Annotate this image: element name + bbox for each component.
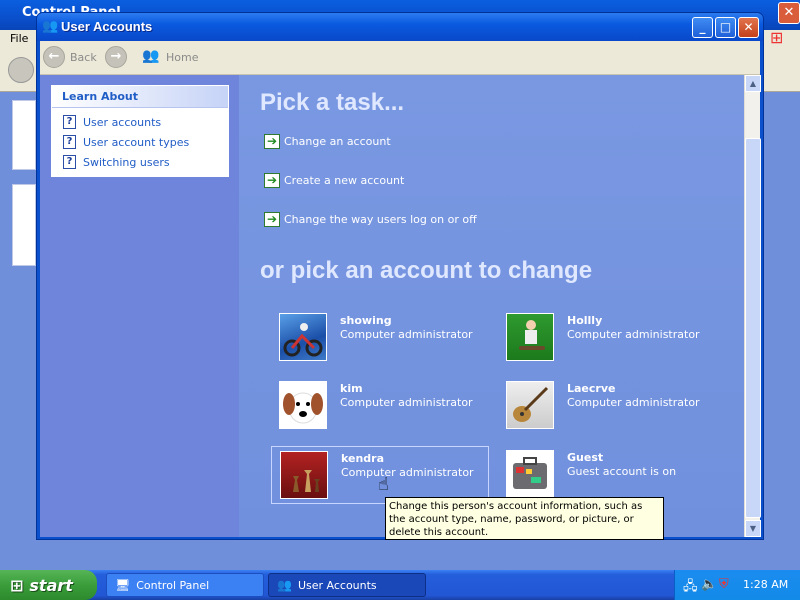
user-accounts-window: 👥 User Accounts _ □ ✕ ← Back → 👥 Home Le… [36, 12, 764, 540]
security-shield-icon[interactable]: ⛨ [719, 577, 729, 592]
task-label: Change an account [284, 135, 391, 148]
task-change-logon[interactable]: ➔ Change the way users log on or off [264, 212, 477, 227]
account-name: Hollly [567, 314, 603, 327]
back-label: Back [70, 50, 97, 64]
dog-picture [279, 381, 327, 429]
green-arrow-icon: ➔ [264, 212, 280, 227]
clock[interactable]: 1:28 AM [743, 578, 788, 591]
control-panel-back-icon[interactable] [8, 57, 34, 83]
user-accounts-icon: 👥 [277, 578, 292, 592]
hand-cursor-icon: ☝ [378, 474, 389, 495]
help-icon: ? [63, 135, 76, 149]
forward-button[interactable]: → [105, 45, 132, 69]
system-tray: 🖧 🔈 ⛨ 1:28 AM [674, 570, 800, 600]
account-type: Computer administrator [340, 328, 473, 341]
forward-arrow-icon: → [105, 46, 127, 68]
task-change-account[interactable]: ➔ Change an account [264, 134, 391, 149]
task-label: Change the way users log on or off [284, 213, 477, 226]
account-type: Computer administrator [567, 328, 700, 341]
learn-about-header: Learn About [52, 86, 228, 108]
home-button[interactable]: 👥 Home [140, 45, 198, 69]
skateboard-picture [506, 313, 554, 361]
left-pane: Learn About ? User accounts ? User accou… [40, 75, 239, 537]
task-create-account[interactable]: ➔ Create a new account [264, 173, 404, 188]
account-tile-showing[interactable]: showing Computer administrator [271, 309, 489, 367]
account-tooltip: Change this person's account information… [385, 497, 664, 540]
windows-logo-icon: ⊞ [770, 28, 784, 47]
chess-picture [280, 451, 328, 499]
toolbar: ← Back → 👥 Home [40, 41, 760, 75]
learn-link-switching-users[interactable]: ? Switching users [52, 152, 228, 172]
account-tile-guest[interactable]: Guest Guest account is on [498, 446, 716, 504]
control-panel-close-button[interactable]: ✕ [778, 2, 800, 24]
account-type: Computer administrator [340, 396, 473, 409]
window-title: User Accounts [61, 19, 153, 34]
account-tile-laecrve[interactable]: Laecrve Computer administrator [498, 377, 716, 435]
guitar-picture [506, 381, 554, 429]
account-tile-hollly[interactable]: Hollly Computer administrator [498, 309, 716, 367]
control-panel-sidepanel [12, 100, 36, 170]
motocross-picture [279, 313, 327, 361]
scroll-thumb[interactable] [745, 138, 761, 518]
account-name: Laecrve [567, 382, 616, 395]
account-type: Computer administrator [567, 396, 700, 409]
title-bar[interactable]: 👥 User Accounts _ □ ✕ [37, 13, 763, 41]
user-accounts-icon: 👥 [42, 19, 59, 34]
volume-icon[interactable]: 🔈 [701, 577, 717, 592]
account-tile-kim[interactable]: kim Computer administrator [271, 377, 489, 435]
home-label: Home [166, 50, 199, 64]
suitcase-picture [506, 450, 554, 498]
task-label: Create a new account [284, 174, 405, 187]
account-name: kim [340, 382, 363, 395]
right-pane: Pick a task... ➔ Change an account ➔ Cre… [239, 75, 744, 537]
vertical-scrollbar[interactable]: ▲ ▼ [744, 75, 761, 537]
taskbar-item-control-panel[interactable]: 🖥 Control Panel [106, 573, 264, 597]
back-arrow-icon: ← [43, 46, 65, 68]
taskbar: ⊞ start 🖥 Control Panel 👥 User Accounts … [0, 570, 800, 600]
learn-about-box: Learn About ? User accounts ? User accou… [51, 85, 229, 177]
taskbar-item-label: Control Panel [136, 578, 210, 592]
green-arrow-icon: ➔ [264, 173, 280, 188]
control-panel-icon: 🖥 [115, 578, 131, 592]
content-area: Learn About ? User accounts ? User accou… [40, 75, 761, 537]
start-label: start [29, 575, 73, 595]
learn-link-label: User account types [83, 135, 190, 149]
account-name: kendra [341, 452, 385, 465]
green-arrow-icon: ➔ [264, 134, 280, 149]
pick-account-heading: or pick an account to change [260, 257, 593, 284]
account-name: showing [340, 314, 392, 327]
account-type: Computer administrator [341, 466, 474, 479]
learn-link-label: User accounts [83, 115, 162, 129]
network-icon[interactable]: 🖧 [683, 577, 698, 599]
control-panel-sidepanel-2 [12, 184, 36, 266]
taskbar-item-label: User Accounts [297, 578, 377, 592]
learn-link-user-accounts[interactable]: ? User accounts [52, 112, 228, 132]
account-name: Guest [567, 451, 604, 464]
account-type: Guest account is on [567, 465, 677, 478]
minimize-button[interactable]: _ [692, 17, 713, 38]
learn-link-user-account-types[interactable]: ? User account types [52, 132, 228, 152]
maximize-button[interactable]: □ [715, 17, 736, 38]
help-icon: ? [63, 155, 76, 169]
learn-link-label: Switching users [83, 155, 170, 169]
pick-task-heading: Pick a task... [260, 89, 405, 116]
taskbar-item-user-accounts[interactable]: 👥 User Accounts [268, 573, 426, 597]
start-button[interactable]: ⊞ start [0, 570, 97, 600]
scroll-down-icon[interactable]: ▼ [745, 520, 761, 537]
windows-flag-icon: ⊞ [10, 575, 24, 595]
help-icon: ? [63, 115, 76, 129]
scroll-up-icon[interactable]: ▲ [745, 75, 761, 92]
home-icon: 👥 [142, 48, 160, 64]
close-button[interactable]: ✕ [738, 17, 759, 38]
back-button[interactable]: ← Back [43, 45, 97, 69]
